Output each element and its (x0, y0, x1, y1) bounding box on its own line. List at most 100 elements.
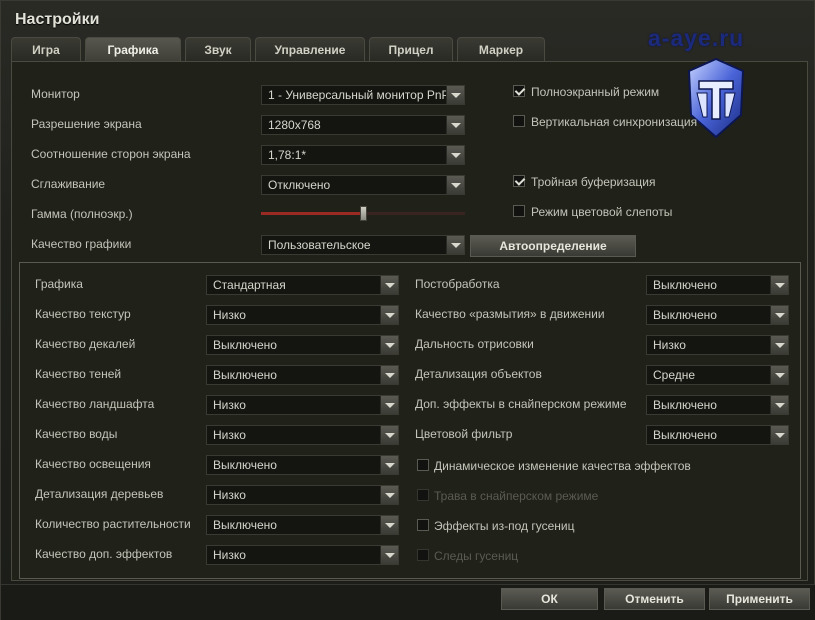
adv-value: Низко (213, 488, 246, 502)
aspect-value: 1,78:1* (268, 148, 307, 162)
adv-value: Выключено (213, 518, 277, 532)
adv-select-object-detail[interactable]: Средне (646, 365, 789, 385)
adv-select-postprocessing[interactable]: Выключено (646, 275, 789, 295)
adv-value: Выключено (213, 338, 277, 352)
track-marks-checkbox[interactable] (417, 549, 429, 561)
adv-value: Выключено (213, 368, 277, 382)
adv-value: Низко (213, 428, 246, 442)
cancel-button[interactable]: Отменить (604, 588, 705, 610)
adv-label-water: Качество воды (35, 427, 118, 441)
gamma-slider[interactable] (261, 206, 465, 221)
adv-select-vegetation[interactable]: Выключено (206, 515, 399, 535)
colorblind-checkbox[interactable] (513, 205, 525, 217)
tab-bar: Игра Графика Звук Управление Прицел Марк… (11, 37, 549, 62)
adv-select-motion-blur[interactable]: Выключено (646, 305, 789, 325)
adv-select-water[interactable]: Низко (206, 425, 399, 445)
adv-value: Низко (653, 338, 686, 352)
adv-select-decals[interactable]: Выключено (206, 335, 399, 355)
adv-label-lighting: Качество освещения (35, 457, 151, 471)
chevron-down-icon (380, 516, 398, 534)
colorblind-label: Режим цветовой слепоты (531, 205, 673, 219)
track-effects-checkbox[interactable] (417, 519, 429, 531)
tab-marker[interactable]: Маркер (457, 37, 545, 61)
adv-value: Низко (213, 308, 246, 322)
adv-value: Выключено (653, 428, 717, 442)
gamma-slider-thumb[interactable] (360, 206, 367, 221)
autodetect-button[interactable]: Автоопределение (470, 235, 636, 257)
chevron-down-icon (446, 146, 464, 164)
chevron-down-icon (380, 276, 398, 294)
dynamic-effects-checkbox[interactable] (417, 459, 429, 471)
chevron-down-icon (380, 546, 398, 564)
adv-label-vegetation: Количество растительности (35, 517, 191, 531)
graphics-quality-label: Качество графики (31, 237, 132, 251)
track-effects-label: Эффекты из-под гусениц (434, 519, 575, 533)
triple-buffering-checkbox[interactable] (513, 175, 525, 187)
adv-select-trees[interactable]: Низко (206, 485, 399, 505)
adv-label-sniper-effects: Доп. эффекты в снайперском режиме (415, 397, 627, 411)
adv-label-graphics: Графика (35, 277, 83, 291)
track-marks-label: Следы гусениц (434, 549, 519, 563)
adv-select-terrain[interactable]: Низко (206, 395, 399, 415)
settings-window: Настройки a-aye.ru Игра Графика Звук Упр… (0, 0, 815, 620)
antialiasing-select[interactable]: Отключено (261, 175, 465, 195)
monitor-value: 1 - Универсальный монитор PnP (268, 88, 450, 102)
chevron-down-icon (380, 426, 398, 444)
resolution-value: 1280x768 (268, 118, 321, 132)
adv-select-extra-effects[interactable]: Низко (206, 545, 399, 565)
adv-value: Стандартная (213, 278, 286, 292)
chevron-down-icon (380, 486, 398, 504)
chevron-down-icon (770, 366, 788, 384)
adv-label-object-detail: Детализация объектов (415, 367, 542, 381)
adv-select-color-filter[interactable]: Выключено (646, 425, 789, 445)
adv-label-draw-distance: Дальность отрисовки (415, 337, 534, 351)
apply-button[interactable]: Применить (709, 588, 810, 610)
ok-button[interactable]: ОК (501, 588, 598, 610)
watermark: a-aye.ru (648, 25, 745, 51)
tab-game[interactable]: Игра (11, 37, 81, 61)
resolution-select[interactable]: 1280x768 (261, 115, 465, 135)
adv-label-shadows: Качество теней (35, 367, 122, 381)
chevron-down-icon (770, 306, 788, 324)
adv-label-extra-effects: Качество доп. эффектов (35, 547, 173, 561)
adv-select-lighting[interactable]: Выключено (206, 455, 399, 475)
adv-label-trees: Детализация деревьев (35, 487, 164, 501)
adv-value: Средне (653, 368, 696, 382)
adv-label-textures: Качество текстур (35, 307, 131, 321)
monitor-select[interactable]: 1 - Универсальный монитор PnP (261, 85, 465, 105)
graphics-quality-select[interactable]: Пользовательское (261, 235, 465, 255)
chevron-down-icon (380, 456, 398, 474)
adv-label-postprocessing: Постобработка (415, 277, 500, 291)
antialiasing-label: Сглаживание (31, 177, 106, 191)
resolution-label: Разрешение экрана (31, 117, 142, 131)
tab-sound[interactable]: Звук (185, 37, 251, 61)
tab-graphics[interactable]: Графика (85, 37, 181, 62)
fullscreen-checkbox[interactable] (513, 85, 525, 97)
gamma-label: Гамма (полноэкр.) (31, 207, 133, 221)
vsync-label: Вертикальная синхронизация (531, 115, 698, 129)
adv-select-sniper-effects[interactable]: Выключено (646, 395, 789, 415)
sniper-grass-checkbox[interactable] (417, 489, 429, 501)
adv-label-color-filter: Цветовой фильтр (415, 427, 513, 441)
triple-buffering-label: Тройная буферизация (531, 175, 656, 189)
tab-sight[interactable]: Прицел (369, 37, 453, 61)
window-title: Настройки (15, 11, 100, 28)
adv-value: Низко (213, 548, 246, 562)
adv-value: Выключено (213, 458, 277, 472)
sniper-grass-label: Трава в снайперском режиме (434, 489, 599, 503)
adv-select-textures[interactable]: Низко (206, 305, 399, 325)
aspect-label: Соотношение сторон экрана (31, 147, 191, 161)
chevron-down-icon (770, 336, 788, 354)
adv-select-shadows[interactable]: Выключено (206, 365, 399, 385)
monitor-label: Монитор (31, 87, 80, 101)
adv-select-graphics[interactable]: Стандартная (206, 275, 399, 295)
chevron-down-icon (446, 176, 464, 194)
chevron-down-icon (770, 396, 788, 414)
vsync-checkbox[interactable] (513, 115, 525, 127)
adv-label-motion-blur: Качество «размытия» в движении (415, 307, 605, 321)
chevron-down-icon (380, 396, 398, 414)
gamma-slider-fill (261, 212, 363, 215)
adv-select-draw-distance[interactable]: Низко (646, 335, 789, 355)
tab-controls[interactable]: Управление (255, 37, 365, 61)
aspect-select[interactable]: 1,78:1* (261, 145, 465, 165)
